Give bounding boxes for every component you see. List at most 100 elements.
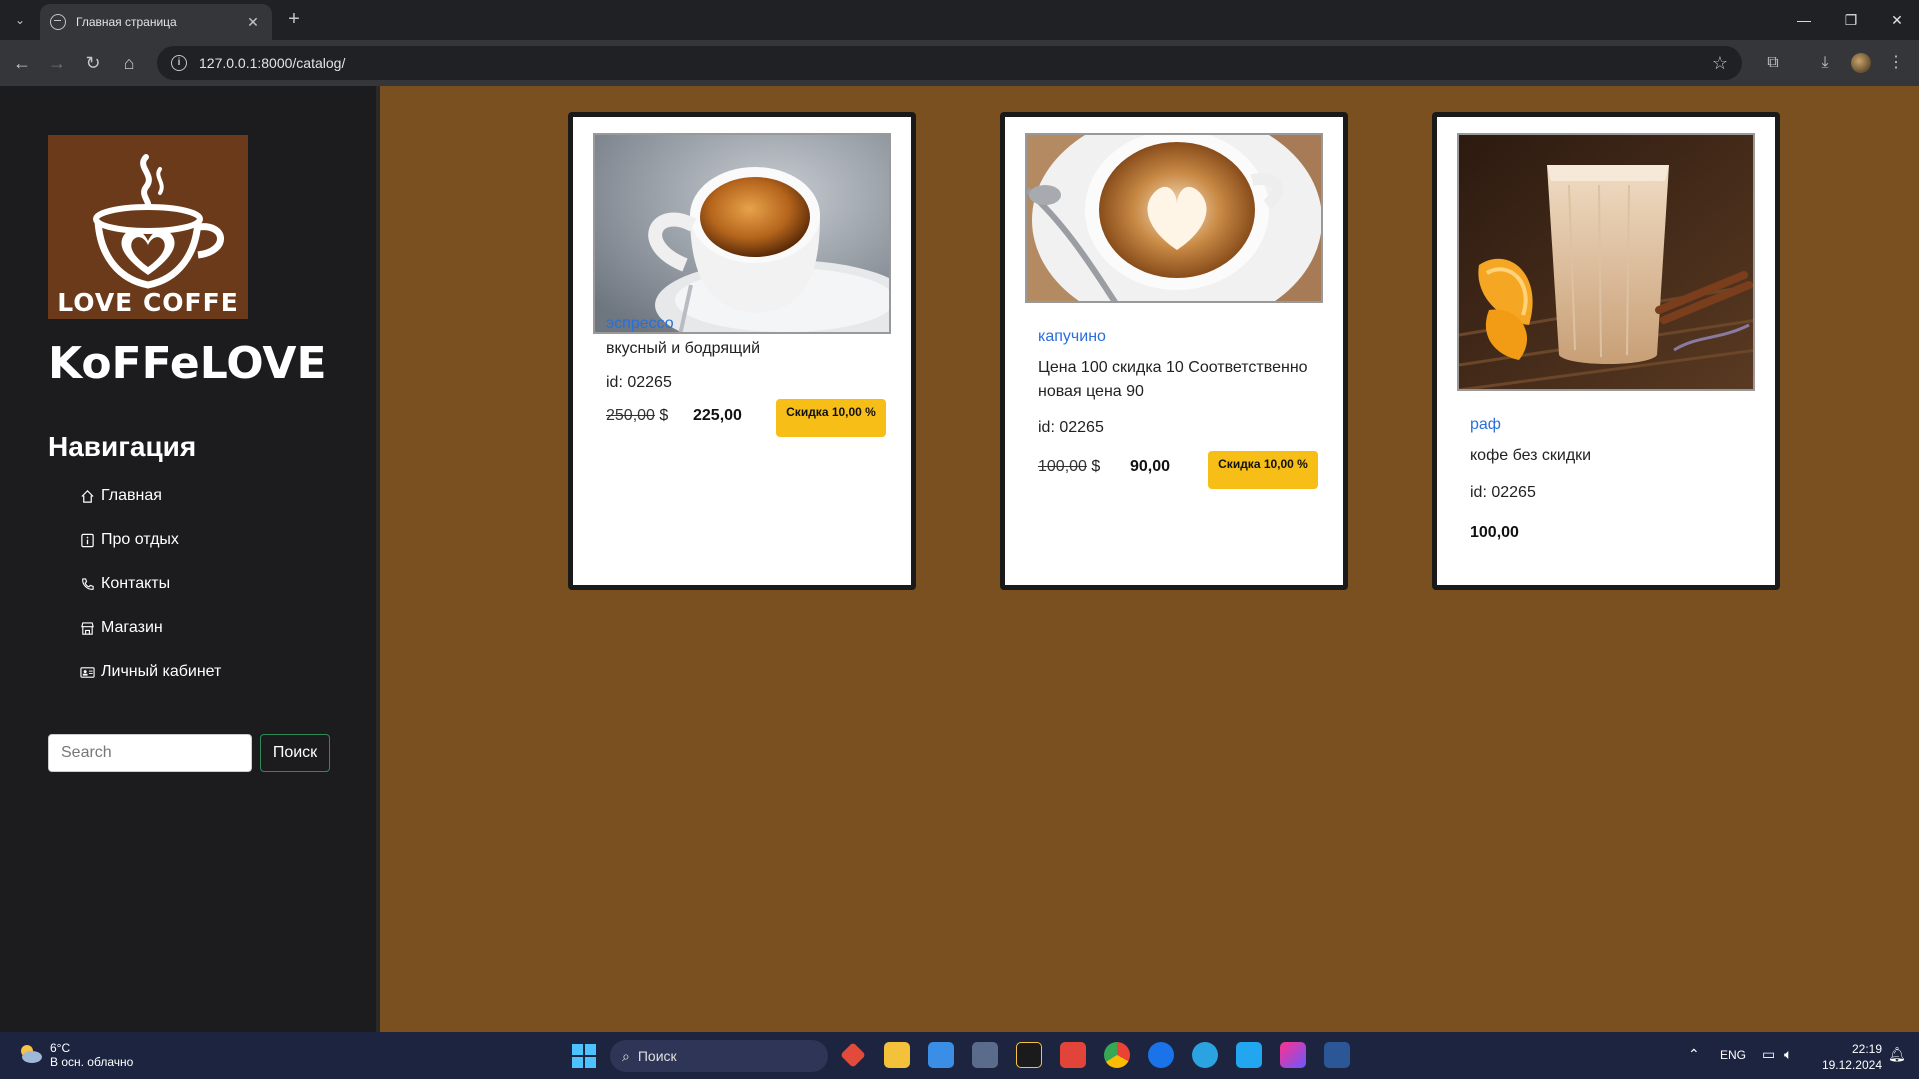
vscode-app-icon[interactable]	[1236, 1042, 1262, 1068]
page-content: LOVE COFFE KoFFeLOVE Навигация Главная П…	[0, 86, 1919, 1032]
site-info-icon[interactable]: i	[171, 55, 187, 71]
word-app-icon[interactable]	[1324, 1042, 1350, 1068]
weather-temperature: 6°C	[50, 1041, 71, 1055]
intellij-app-icon[interactable]	[1280, 1042, 1306, 1068]
new-price: 90,00	[1130, 458, 1171, 475]
product-card: эспрессо вкусный и бодрящий id: 02265 25…	[568, 112, 916, 590]
nav-heading: Навигация	[48, 431, 197, 462]
browser-toolbar: ← → ↻ ⌂ i 127.0.0.1:8000/catalog/ ☆ ⧉ ⤓ …	[0, 40, 1919, 86]
git-app-icon[interactable]	[840, 1042, 866, 1068]
url-text: 127.0.0.1:8000/catalog/	[199, 55, 346, 71]
download-icon[interactable]: ⤓	[1813, 51, 1837, 75]
product-description: Цена 100 скидка 10 Соответственно новая …	[1038, 359, 1308, 400]
product-price: 100,00	[1470, 524, 1519, 541]
phone-icon	[82, 577, 94, 590]
weather-description: В осн. облачно	[50, 1055, 134, 1069]
cappuccino-cup-image	[1027, 135, 1321, 301]
store-app-icon[interactable]	[928, 1042, 954, 1068]
weather-widget[interactable]: 6°C В осн. облачно	[16, 1041, 133, 1069]
extensions-icon[interactable]: ⧉	[1761, 51, 1785, 75]
old-price-value: 250,00	[606, 407, 655, 424]
product-id: id: 02265	[1038, 419, 1104, 436]
search-button[interactable]: Поиск	[260, 734, 330, 772]
clock-time[interactable]: 22:19	[1820, 1042, 1882, 1056]
profile-avatar[interactable]	[1851, 53, 1871, 73]
home-icon	[81, 489, 94, 503]
id-card-icon	[80, 666, 95, 678]
sidebar: LOVE COFFE KoFFeLOVE Навигация Главная П…	[0, 86, 380, 1032]
close-window-button[interactable]: ✕	[1877, 8, 1917, 32]
old-price: 250,00 $	[606, 407, 668, 425]
tab-title: Главная страница	[76, 15, 177, 29]
close-tab-icon[interactable]: ✕	[244, 14, 262, 31]
nav-item-home[interactable]: Главная	[80, 487, 162, 505]
discount-badge: Скидка 10,00 %	[776, 399, 886, 437]
reload-icon[interactable]: ↻	[81, 51, 105, 75]
shop-icon	[81, 621, 94, 635]
old-price: 100,00 $	[1038, 458, 1100, 476]
product-id: id: 02265	[1470, 484, 1536, 501]
logo-text: LOVE COFFE	[57, 288, 239, 317]
nav-item-label: Магазин	[101, 619, 163, 636]
info-icon	[81, 533, 94, 547]
minimize-button[interactable]: —	[1784, 8, 1824, 32]
taskbar: 6°C В осн. облачно ⌕ Поиск ⌃ ENG ▭ 🔈︎ 22…	[0, 1032, 1919, 1079]
new-tab-button[interactable]: +	[282, 8, 306, 32]
product-image-raf[interactable]	[1457, 133, 1755, 391]
show-hidden-icons-icon[interactable]: ⌃	[1688, 1046, 1700, 1063]
nav-item-account[interactable]: Личный кабинет	[80, 663, 221, 681]
nav-item-label: Контакты	[101, 575, 171, 592]
product-name-link[interactable]: эспрессо	[606, 315, 674, 333]
browser-tab-bar: ⌄ Главная страница ✕ + — ❐ ✕	[0, 0, 1919, 40]
address-bar[interactable]: i 127.0.0.1:8000/catalog/ ☆	[157, 46, 1742, 80]
globe-icon	[50, 14, 66, 30]
currency-symbol: $	[659, 407, 669, 424]
raf-glass-image	[1459, 135, 1753, 389]
nav-item-label: Личный кабинет	[101, 663, 222, 680]
product-image-cappuccino[interactable]	[1025, 133, 1323, 303]
sun-app-icon[interactable]	[1016, 1042, 1042, 1068]
taskbar-search[interactable]: ⌕ Поиск	[610, 1040, 828, 1072]
logo[interactable]: LOVE COFFE	[48, 135, 248, 319]
search-icon: ⌕	[622, 1047, 630, 1064]
nav-item-label: Главная	[101, 487, 162, 504]
discount-badge: Скидка 10,00 %	[1208, 451, 1318, 489]
home-icon[interactable]: ⌂	[117, 51, 141, 75]
telegram-app-icon[interactable]	[1192, 1042, 1218, 1068]
taskbar-search-label: Поиск	[637, 1048, 677, 1064]
tab-search-button[interactable]: ⌄	[8, 8, 32, 32]
product-image-espresso[interactable]	[593, 133, 891, 334]
nav-item-shop[interactable]: Магазин	[80, 619, 163, 637]
clock-date[interactable]: 19.12.2024	[1816, 1058, 1882, 1072]
volume-icon[interactable]: 🔈︎	[1784, 1046, 1792, 1063]
forward-icon[interactable]: →	[45, 51, 69, 75]
back-icon[interactable]: ←	[10, 51, 34, 75]
nav-item-about[interactable]: Про отдых	[80, 531, 179, 549]
product-id: id: 02265	[606, 374, 672, 391]
new-price: 225,00	[693, 407, 742, 424]
product-description: кофе без скидки	[1470, 447, 1592, 464]
network-icon[interactable]: ▭	[1762, 1046, 1775, 1063]
product-description: вкусный и бодрящий	[606, 340, 761, 357]
windows-start-icon[interactable]	[572, 1044, 596, 1068]
language-indicator[interactable]: ENG	[1720, 1048, 1746, 1062]
product-name-link[interactable]: раф	[1470, 416, 1501, 434]
calculator-app-icon[interactable]	[972, 1042, 998, 1068]
nav-item-label: Про отдых	[101, 531, 179, 548]
site-name[interactable]: KoFFeLOVE	[48, 338, 327, 389]
nav-item-contacts[interactable]: Контакты	[80, 575, 170, 593]
product-name-link[interactable]: капучино	[1038, 328, 1106, 346]
todo-app-icon[interactable]	[1060, 1042, 1086, 1068]
espresso-cup-image	[595, 135, 889, 332]
search-input[interactable]	[48, 734, 252, 772]
cloud-sun-icon	[16, 1041, 44, 1065]
product-card: капучино Цена 100 скидка 10 Соответствен…	[1000, 112, 1348, 590]
a-app-icon[interactable]	[1148, 1042, 1174, 1068]
chrome-app-icon[interactable]	[1104, 1042, 1130, 1068]
restore-button[interactable]: ❐	[1831, 8, 1871, 32]
bookmark-star-icon[interactable]: ☆	[1712, 53, 1728, 74]
menu-icon[interactable]: ⋮	[1884, 51, 1908, 75]
file-explorer-icon[interactable]	[884, 1042, 910, 1068]
notification-bell-icon[interactable]: 🔔︎	[1888, 1046, 1906, 1063]
browser-tab[interactable]: Главная страница ✕	[40, 4, 272, 40]
